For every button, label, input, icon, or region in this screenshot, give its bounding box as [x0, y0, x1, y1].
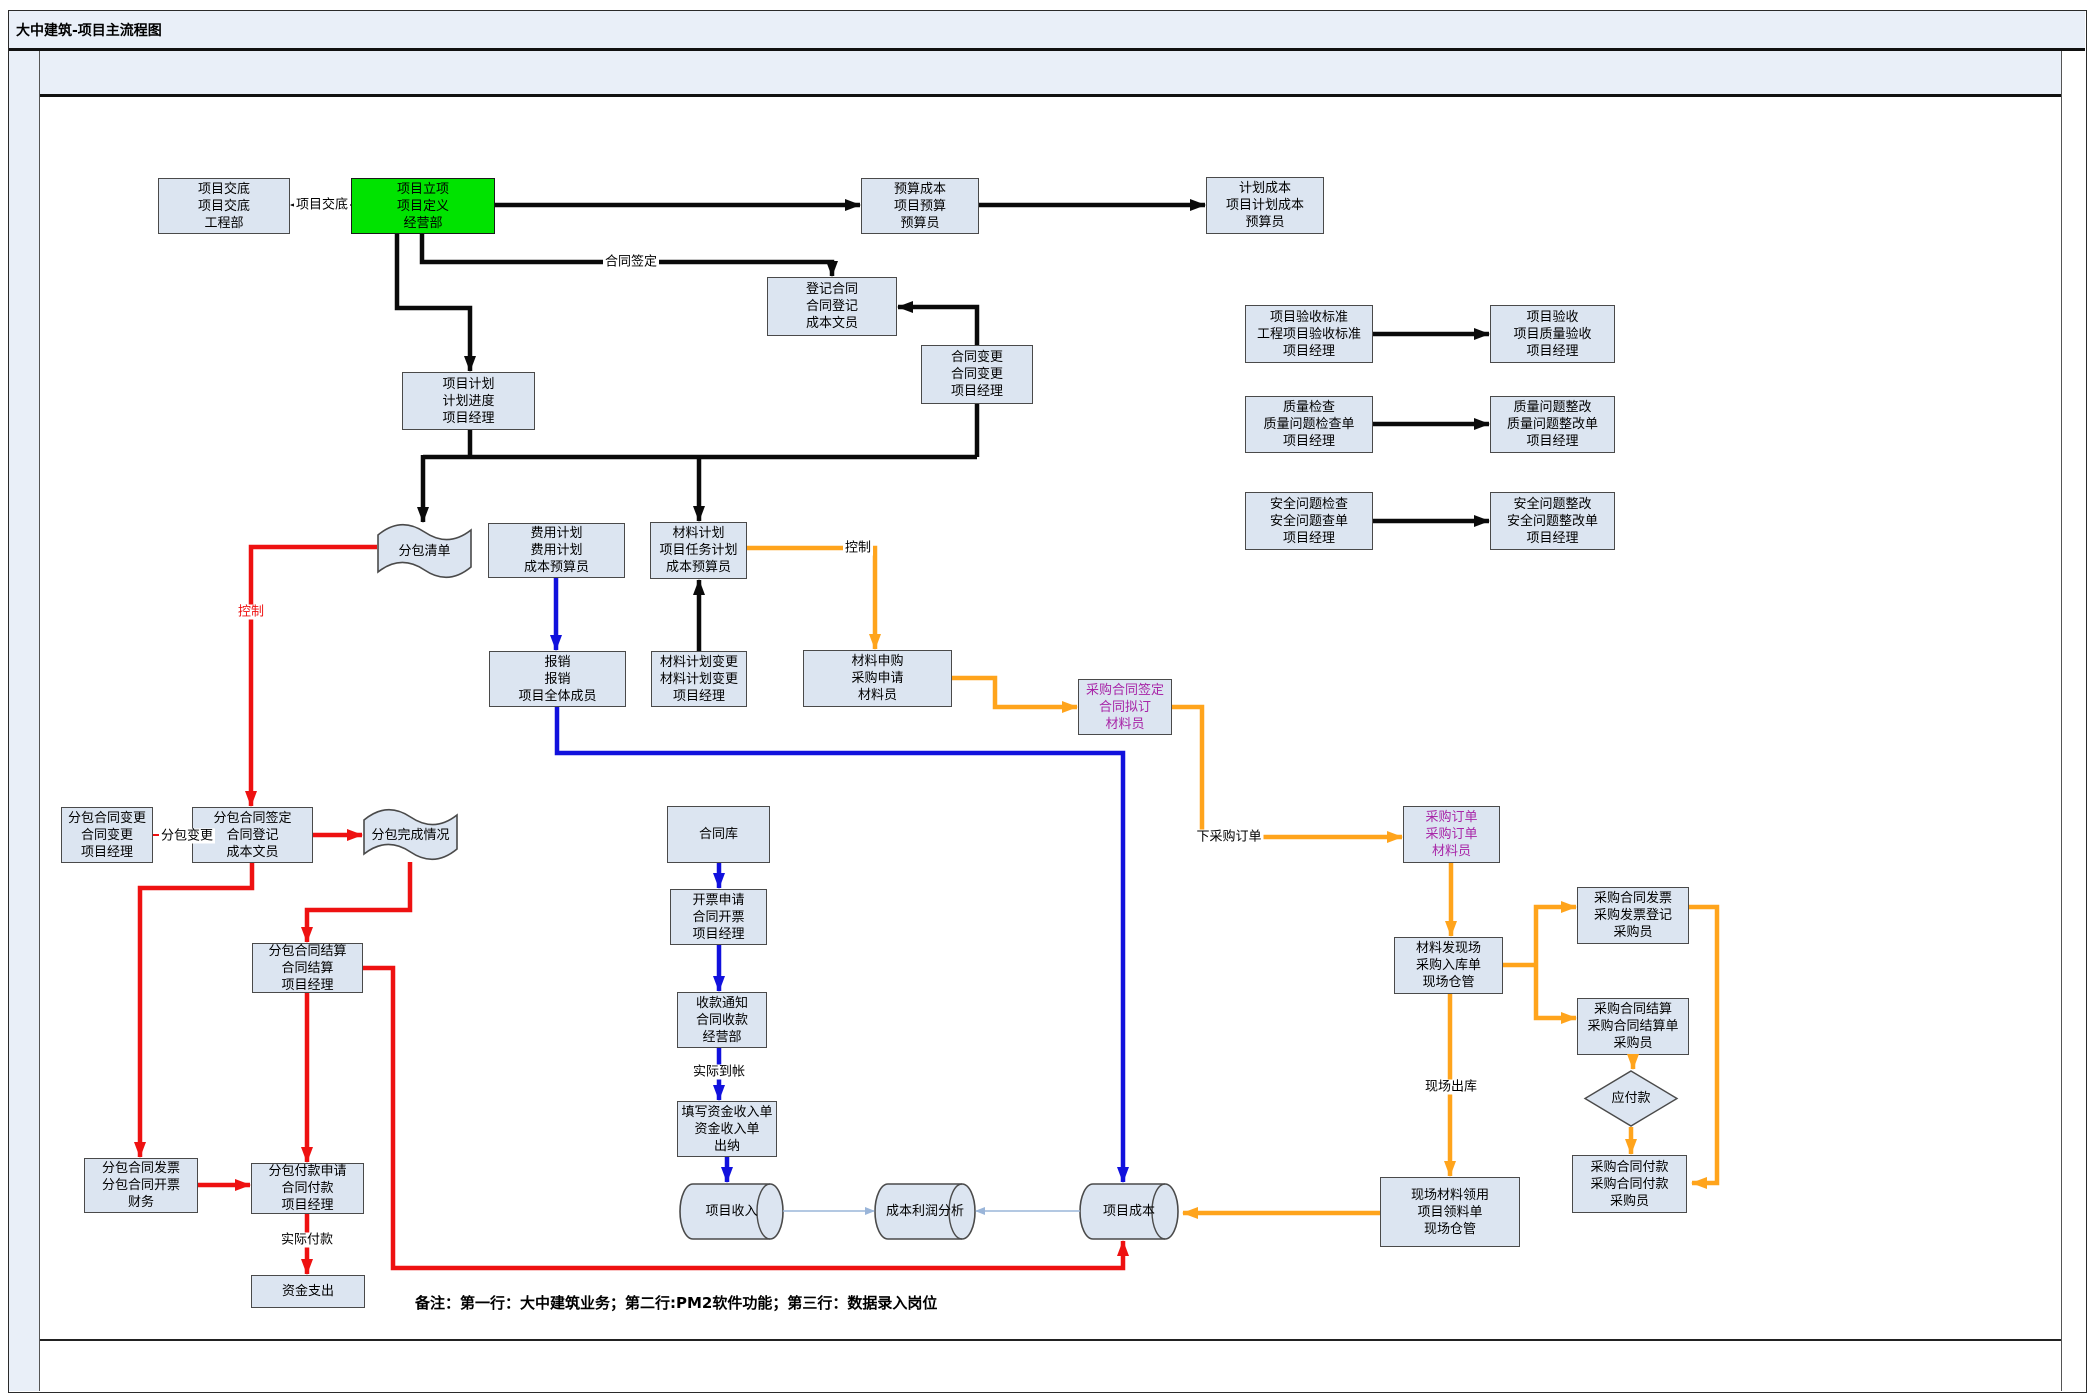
connector-cljihua-shengou[interactable]	[747, 548, 875, 649]
connector-branch-cgfapiao[interactable]	[1536, 907, 1576, 965]
connector-fbqianding-fapiao[interactable]	[140, 863, 252, 1157]
connector-label-cgqianding-dingdan: 下采购订单	[1194, 830, 1263, 845]
connector-fbqingdan-kongzhi[interactable]	[251, 547, 377, 806]
footer-note: 备注：第一行：大中建筑业务；第二行:PM2软件功能；第三行：数据录入岗位	[415, 1292, 937, 1313]
connector-baoxiao-xmchengben[interactable]	[557, 707, 1123, 1182]
connector-label-jiaodi-link: 项目交底	[294, 198, 350, 213]
connector-cgfapiao-cgfukuan[interactable]	[1689, 907, 1717, 1183]
connector-label-fbqingdan-kongzhi: 控制	[236, 605, 266, 620]
connector-cgqianding-dingdan[interactable]	[1172, 707, 1402, 837]
connector-lixiang-xmjihua[interactable]	[397, 234, 470, 371]
connector-wancheng-jiesuan[interactable]	[307, 862, 410, 942]
connector-htbiangeng-dengji[interactable]	[898, 307, 977, 345]
connector-label-shoukuan-tianxie: 实际到帐	[691, 1065, 747, 1080]
connector-label-faxianchang-lingyong: 现场出库	[1423, 1080, 1479, 1095]
connector-label-hetong-qianding-path: 合同签定	[603, 255, 659, 270]
connector-branch-cgjiesuan[interactable]	[1536, 965, 1576, 1018]
connector-fbjiesuan-xmchengben[interactable]	[363, 968, 1123, 1268]
connector-label-fbbiangeng-fbqianding: 分包变更	[159, 829, 215, 844]
connector-label-cljihua-shengou: 控制	[843, 541, 873, 556]
connector-shengou-cgqianding[interactable]	[952, 678, 1077, 707]
connector-label-fukuansq-zhichu: 实际付款	[279, 1233, 335, 1248]
